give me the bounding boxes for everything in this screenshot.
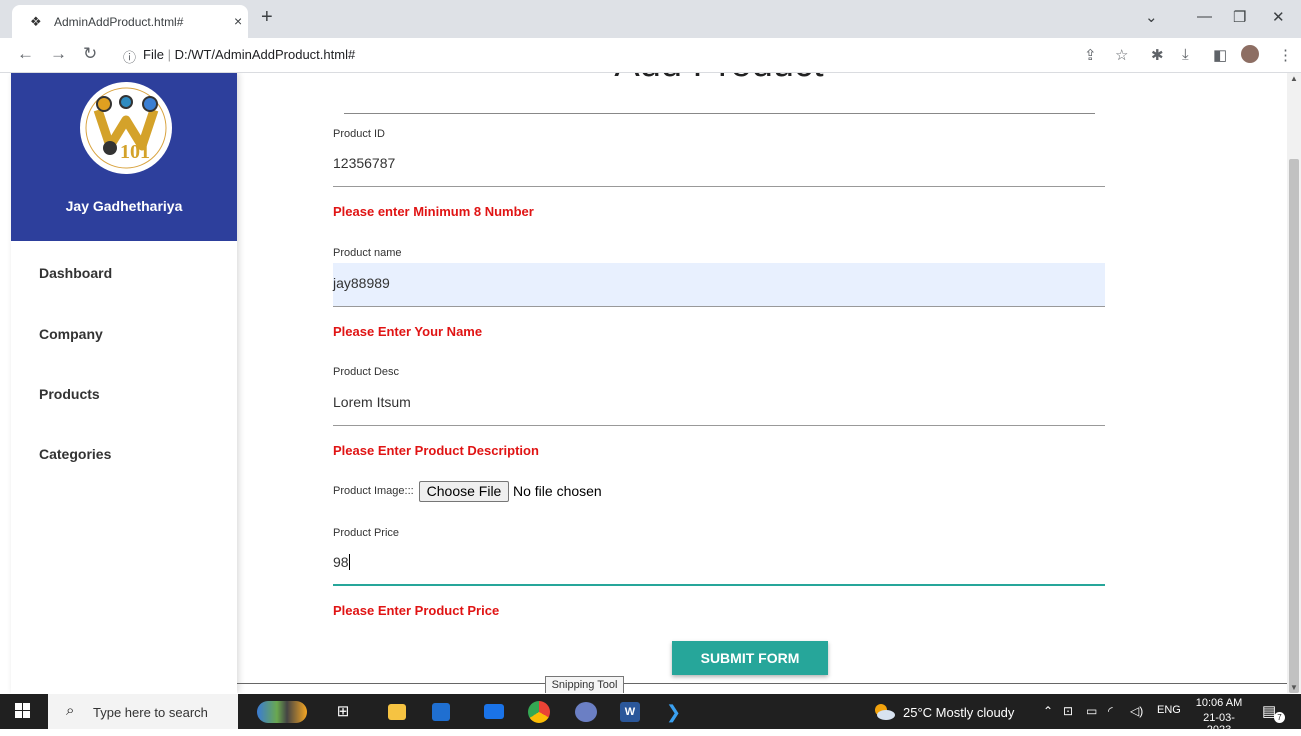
profile-username: Jay Gadhethariya: [65, 198, 183, 214]
browser-toolbar: ← → ↻ ⓘ File | D:/WT/AdminAddProduct.htm…: [0, 38, 1301, 73]
chrome-icon[interactable]: [528, 701, 550, 723]
back-arrow-icon[interactable]: ←: [17, 44, 34, 64]
submit-button[interactable]: SUBMIT FORM: [672, 641, 828, 675]
product-id-input[interactable]: 12356787: [333, 143, 1105, 187]
windows-start-icon[interactable]: [15, 703, 31, 719]
product-price-label: Product Price: [333, 527, 400, 539]
product-id-error: Please enter Minimum 8 Number: [333, 204, 534, 219]
tab-title: AdminAddProduct.html#: [54, 15, 184, 29]
restore-icon[interactable]: ❐: [1233, 8, 1246, 26]
product-name-input[interactable]: jay88989: [333, 263, 1105, 307]
minimize-icon[interactable]: —: [1197, 8, 1212, 25]
info-icon[interactable]: ⓘ: [123, 47, 136, 66]
profile-avatar-icon[interactable]: [1241, 45, 1259, 63]
weather-cloudy-icon: [872, 702, 896, 720]
tab-favicon-icon: ❖: [30, 14, 42, 29]
meet-now-icon[interactable]: ⊡: [1063, 704, 1073, 718]
wifi-icon[interactable]: ◜: [1108, 704, 1113, 718]
file-explorer-icon[interactable]: [388, 704, 406, 720]
file-status: No file chosen: [513, 483, 602, 499]
download-icon[interactable]: ⤓: [1182, 46, 1189, 63]
product-image-label: Product Image:::: [333, 485, 414, 497]
tray-chevron-up-icon[interactable]: ⌃: [1043, 704, 1053, 718]
sidebar-item-categories[interactable]: Categories: [39, 446, 111, 462]
weather-text[interactable]: 25°C Mostly cloudy: [903, 705, 1014, 720]
sidebar-item-products[interactable]: Products: [39, 386, 100, 402]
language-indicator[interactable]: ENG: [1157, 704, 1181, 716]
bookmark-star-icon[interactable]: ☆: [1115, 46, 1128, 64]
store-icon[interactable]: [432, 703, 450, 721]
taskbar-search-placeholder: Type here to search: [93, 705, 208, 720]
battery-icon[interactable]: ▭: [1086, 704, 1097, 718]
choose-file-button[interactable]: Choose File: [419, 481, 509, 502]
tab-close-icon[interactable]: ×: [234, 13, 242, 29]
notification-count-badge: 7: [1274, 712, 1285, 723]
url-prefix: File: [143, 47, 164, 62]
heading-divider: [344, 113, 1095, 114]
widgets-icon[interactable]: [257, 701, 307, 723]
sidepanel-icon[interactable]: ◧: [1213, 46, 1227, 64]
search-icon: ⌕: [66, 702, 75, 719]
product-desc-error: Please Enter Product Description: [333, 443, 539, 458]
svg-text:101: 101: [120, 141, 150, 163]
tab-search-chevron-icon[interactable]: ⌄: [1145, 8, 1158, 26]
product-price-error: Please Enter Product Price: [333, 603, 500, 618]
text-caret: [348, 554, 350, 570]
product-price-input[interactable]: 98: [333, 542, 1105, 586]
taskbar-search-input[interactable]: ⌕ Type here to search: [48, 694, 238, 729]
windows-taskbar: ⌕ Type here to search ⊞ W ❯ 25°C Mostly …: [0, 694, 1301, 736]
footer-divider: [237, 683, 1287, 684]
url-path: D:/WT/AdminAddProduct.html#: [174, 47, 356, 62]
product-desc-input[interactable]: Lorem Itsum: [333, 382, 1105, 426]
scrollbar-thumb[interactable]: [1289, 159, 1299, 693]
product-name-error: Please Enter Your Name: [333, 324, 483, 339]
sidebar-item-company[interactable]: Company: [39, 326, 103, 342]
browser-tab-strip: ❖ AdminAddProduct.html# × + ⌄ — ❐ ✕: [0, 0, 1301, 38]
task-view-icon[interactable]: ⊞: [332, 701, 354, 723]
snipping-tool-icon[interactable]: [575, 702, 597, 722]
menu-kebab-icon[interactable]: ⋮: [1278, 46, 1293, 64]
word-icon[interactable]: W: [620, 702, 640, 722]
snipping-tool-tooltip: Snipping Tool: [545, 676, 624, 693]
profile-header: 101 Jay Gadhethariya: [11, 73, 237, 241]
product-desc-label: Product Desc: [333, 366, 400, 378]
address-bar[interactable]: File | D:/WT/AdminAddProduct.html#: [143, 47, 355, 62]
close-window-icon[interactable]: ✕: [1272, 8, 1285, 26]
share-icon[interactable]: ⇪: [1084, 46, 1097, 64]
url-separator: |: [167, 47, 175, 62]
page-title: Add Product: [344, 73, 1094, 86]
logo-icon: 101: [80, 82, 172, 174]
volume-icon[interactable]: ◁): [1130, 704, 1143, 718]
product-price-value: 98: [333, 554, 349, 570]
mail-icon[interactable]: [484, 704, 504, 719]
sidebar: 101 Jay Gadhethariya Dashboard Company P…: [11, 73, 237, 693]
scroll-down-arrow-icon[interactable]: ▼: [1290, 683, 1298, 692]
product-name-label: Product name: [333, 247, 402, 259]
page-viewport: 101 Jay Gadhethariya Dashboard Company P…: [0, 73, 1301, 693]
extensions-icon[interactable]: ✱: [1151, 46, 1164, 64]
new-tab-icon[interactable]: +: [261, 6, 273, 29]
forward-arrow-icon[interactable]: →: [50, 44, 67, 64]
product-id-label: Product ID: [333, 128, 385, 140]
reload-icon[interactable]: ↻: [83, 44, 97, 64]
sidebar-item-dashboard[interactable]: Dashboard: [39, 265, 112, 281]
scroll-up-arrow-icon[interactable]: ▲: [1290, 74, 1298, 83]
clock-time[interactable]: 10:06 AM: [1194, 697, 1244, 709]
browser-tab[interactable]: ❖ AdminAddProduct.html# ×: [12, 5, 248, 38]
vscode-icon[interactable]: ❯: [666, 702, 688, 722]
clock-date[interactable]: 21-03-2023: [1194, 712, 1244, 736]
